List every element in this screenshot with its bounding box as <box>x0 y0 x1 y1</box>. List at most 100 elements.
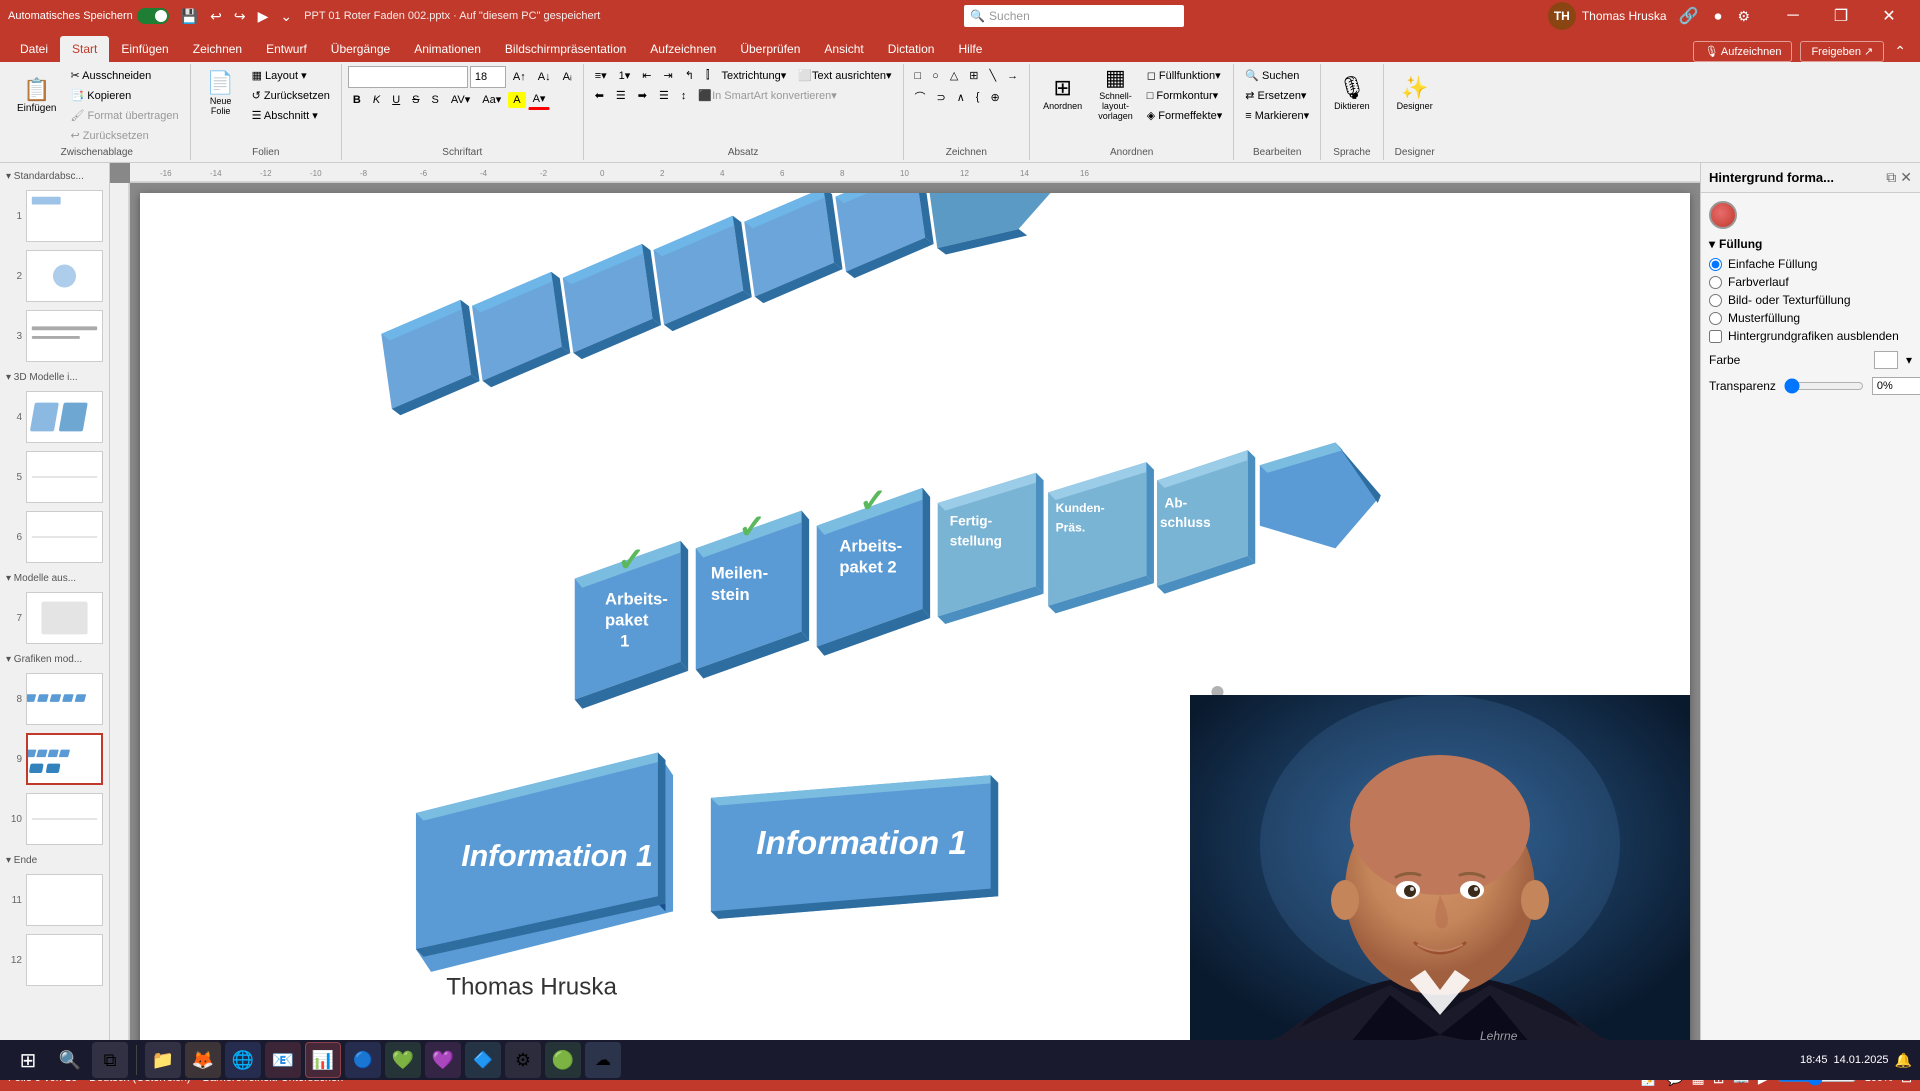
present-button[interactable]: ▶ <box>254 6 273 27</box>
tab-einfuegen[interactable]: Einfügen <box>109 36 180 62</box>
autosave-toggle[interactable]: Automatisches Speichern <box>8 8 169 24</box>
indent-more-button[interactable]: ⇥ <box>659 66 678 85</box>
taskview-button[interactable]: ⧉ <box>92 1042 128 1078</box>
autosave-switch[interactable] <box>137 8 169 24</box>
transparency-slider[interactable] <box>1784 378 1864 394</box>
align-left-button[interactable]: ⬅ <box>590 86 609 105</box>
align-right-button[interactable]: ➡ <box>633 86 652 105</box>
share-icon[interactable]: 🔗 <box>1675 4 1703 28</box>
group-modelleaus[interactable]: ▾ Modelle aus... <box>4 569 105 586</box>
restore-button[interactable]: ❐ <box>1818 0 1864 32</box>
markieren-button[interactable]: ≡ Markieren▾ <box>1240 106 1314 125</box>
taskbar-app6[interactable]: 🔵 <box>345 1042 381 1078</box>
format-ubertragen-button[interactable]: 🖌 Format übertragen <box>65 106 183 125</box>
group-standardabschnitt[interactable]: ▾ Standardabsc... <box>4 167 105 184</box>
clear-format-button[interactable]: Aᵢ <box>558 68 577 86</box>
smartart-button[interactable]: ⬛In SmartArt konvertieren▾ <box>693 86 841 105</box>
group-ende[interactable]: ▾ Ende <box>4 851 105 868</box>
tab-aufzeichnen[interactable]: Aufzeichnen <box>638 36 728 62</box>
tab-hilfe[interactable]: Hilfe <box>946 36 994 62</box>
triangle-button[interactable]: △ <box>945 66 963 85</box>
ausschneiden-button[interactable]: ✂ Ausschneiden <box>65 66 183 85</box>
color-dropdown-button[interactable]: ▾ <box>1906 353 1912 367</box>
align-center-button[interactable]: ☰ <box>611 86 631 105</box>
slide-item-12[interactable]: 12 <box>4 932 105 988</box>
abschnitt-button[interactable]: ☰ Abschnitt ▾ <box>247 106 335 125</box>
textrichtung-button[interactable]: Textrichtung▾ <box>716 66 791 85</box>
tab-ueberpruefen[interactable]: Überprüfen <box>728 36 812 62</box>
fontcolor-button[interactable]: A▾ <box>528 89 551 110</box>
freigeben-button[interactable]: Freigeben ↗ <box>1800 41 1884 62</box>
shadow-button[interactable]: S <box>427 91 444 109</box>
shape5-button[interactable]: ⊕ <box>985 88 1004 107</box>
taskbar-app9[interactable]: 🔷 <box>465 1042 501 1078</box>
rect-button[interactable]: □ <box>910 67 927 85</box>
highlight-button[interactable]: A <box>508 92 525 108</box>
slide-item-6[interactable]: 6 <box>4 509 105 565</box>
bold-button[interactable]: B <box>348 91 366 109</box>
tab-bildschirm[interactable]: Bildschirmpräsentation <box>493 36 638 62</box>
aufzeichnen-button[interactable]: 🎙 Aufzeichnen <box>1693 41 1792 62</box>
settings-icon[interactable]: ⚙ <box>1733 6 1754 27</box>
taskbar-powerpoint[interactable]: 📊 <box>305 1042 341 1078</box>
shape4-button[interactable]: { <box>971 88 985 106</box>
font-decrease-button[interactable]: A↓ <box>533 68 556 86</box>
einfuegen-button[interactable]: 📋 Einfügen <box>10 68 63 124</box>
taskbar-app8[interactable]: 💜 <box>425 1042 461 1078</box>
anordnen-button[interactable]: ⊞ Anordnen <box>1036 66 1089 122</box>
slide-item-1[interactable]: 1 <box>4 188 105 244</box>
italic-button[interactable]: K <box>368 91 385 109</box>
zuruecksetzen-button[interactable]: ↩ Zurücksetzen <box>65 126 183 145</box>
taskbar-app11[interactable]: 🟢 <box>545 1042 581 1078</box>
taskbar-app7[interactable]: 💚 <box>385 1042 421 1078</box>
slide-item-8[interactable]: 8 <box>4 671 105 727</box>
tab-uebergaenge[interactable]: Übergänge <box>319 36 402 62</box>
freeform-button[interactable]: ⌒ <box>910 86 931 108</box>
arrow-button[interactable]: → <box>1002 67 1023 85</box>
taskbar-chrome[interactable]: 🌐 <box>225 1042 261 1078</box>
tab-animationen[interactable]: Animationen <box>402 36 493 62</box>
formkontur-button[interactable]: □ Formkontur▾ <box>1142 86 1228 105</box>
diktieren-button[interactable]: 🎙 Diktieren <box>1327 66 1377 122</box>
line-button[interactable]: ╲ <box>985 66 1002 85</box>
underline-button[interactable]: U <box>387 91 405 109</box>
line-spacing-button[interactable]: ↕ <box>676 87 692 105</box>
strikethrough-button[interactable]: S <box>407 91 424 109</box>
indent-less-button[interactable]: ⇤ <box>637 66 656 85</box>
circle-button[interactable]: ○ <box>927 67 944 85</box>
neue-folie-button[interactable]: 📄 NeueFolie <box>197 66 245 122</box>
panel-close-button[interactable]: ✕ <box>1900 169 1912 186</box>
more-button[interactable]: ⌄ <box>276 6 296 27</box>
checkbox-hintergrund[interactable]: Hintergrundgrafiken ausblenden <box>1709 329 1912 343</box>
columns-button[interactable]: ⫿ <box>701 66 715 85</box>
slide-item-7[interactable]: 7 <box>4 590 105 646</box>
fullung-button[interactable]: ◻ Füllfunktion▾ <box>1142 66 1228 85</box>
layout-button[interactable]: ▦ Layout ▾ <box>247 66 335 85</box>
tab-zeichnen[interactable]: Zeichnen <box>181 36 254 62</box>
tab-ansicht[interactable]: Ansicht <box>812 36 875 62</box>
textausrichten-button[interactable]: ⬜Text ausrichten▾ <box>793 66 896 85</box>
taskbar-app12[interactable]: ☁ <box>585 1042 621 1078</box>
taskbar-outlook[interactable]: 📧 <box>265 1042 301 1078</box>
shape3-button[interactable]: ∧ <box>952 88 970 107</box>
fill-color-circle[interactable] <box>1709 201 1737 229</box>
slide-item-10[interactable]: 10 <box>4 791 105 847</box>
radio-muster[interactable]: Musterfüllung <box>1709 311 1912 325</box>
font-increase-button[interactable]: A↑ <box>508 68 531 86</box>
align-justify-button[interactable]: ☰ <box>654 86 674 105</box>
rtl-button[interactable]: ↰ <box>680 66 699 85</box>
tab-dictation[interactable]: Dictation <box>876 36 947 62</box>
minimize-button[interactable]: ─ <box>1770 0 1816 32</box>
slide-item-2[interactable]: 2 <box>4 248 105 304</box>
schnelllayout-button[interactable]: ▦ Schnell-layout-vorlagen <box>1091 66 1140 122</box>
tab-start[interactable]: Start <box>60 36 109 62</box>
search-taskbar-button[interactable]: 🔍 <box>52 1042 88 1078</box>
tab-datei[interactable]: Datei <box>8 36 60 62</box>
slide-item-3[interactable]: 3 <box>4 308 105 364</box>
bullet-list-button[interactable]: ≡▾ <box>590 66 612 85</box>
radio-einfache[interactable]: Einfache Füllung <box>1709 257 1912 271</box>
start-button[interactable]: ⊞ <box>8 1040 48 1080</box>
save-button[interactable]: 💾 <box>177 6 202 27</box>
ersetzen-button[interactable]: ⇄ Ersetzen▾ <box>1240 86 1314 105</box>
redo-button[interactable]: ↪ <box>230 6 250 27</box>
